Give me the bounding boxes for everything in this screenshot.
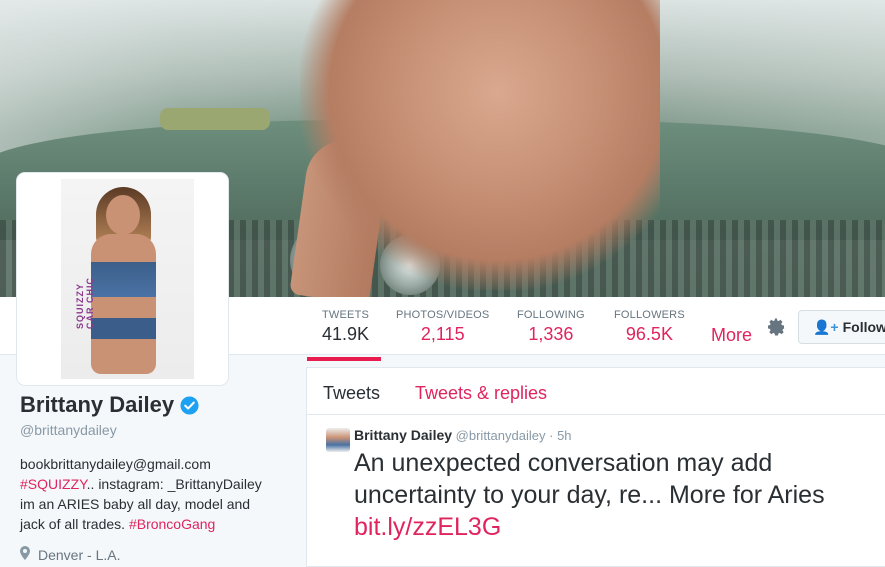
follow-label: Follow [842,319,885,335]
more-link[interactable]: More [711,325,752,346]
stat-following[interactable]: FOLLOWING 1,336 [517,309,585,345]
avatar-brand-text: SQUIZZY CAR CHIC [75,277,95,329]
stat-label: FOLLOWERS [614,309,685,321]
location-text: Denver - L.A. [38,546,121,563]
profile-handle[interactable]: @brittanydailey [20,422,285,438]
bio-email: bookbrittanydailey@gmail.com [20,456,211,472]
tweet-separator: · [549,428,554,443]
follow-button[interactable]: 👤+ Follow [798,310,885,344]
tweet[interactable]: Brittany Dailey @brittanydailey · 5h An … [307,415,885,543]
stat-label: TWEETS [322,309,370,321]
stat-photos-videos[interactable]: PHOTOS/VIDEOS 2,115 [396,309,489,345]
stat-tweets[interactable]: TWEETS 41.9K [306,309,382,361]
timeline: Tweets Tweets & replies Brittany Dailey … [306,367,885,567]
stat-value: 41.9K [322,324,370,344]
avatar[interactable]: SQUIZZY CAR CHIC [61,179,194,379]
tweet-handle[interactable]: @brittanydailey [456,428,546,443]
stat-value: 1,336 [528,324,574,344]
tab-tweets-replies[interactable]: Tweets & replies [415,383,547,404]
stat-value: 96.5K [625,324,673,344]
tweet-body: An unexpected conversation may add uncer… [354,449,825,509]
stat-value: 2,115 [420,324,465,344]
tweet-link[interactable]: bit.ly/zzEL3G [354,513,501,541]
profile-location: Denver - L.A. [20,546,285,563]
hashtag-link[interactable]: #SQUIZZY [20,476,87,492]
stat-followers[interactable]: FOLLOWERS 96.5K [614,309,685,345]
tweet-author[interactable]: Brittany Dailey [354,427,452,443]
timeline-tabs: Tweets Tweets & replies [307,368,885,415]
tweet-avatar[interactable] [326,428,350,452]
tweet-time[interactable]: 5h [557,428,571,443]
stat-label: PHOTOS/VIDEOS [396,309,490,321]
tweet-header: Brittany Dailey @brittanydailey · 5h [354,427,885,443]
profile-avatar-card: SQUIZZY CAR CHIC [17,173,228,385]
add-user-icon: 👤+ [813,319,839,335]
profile-bio: bookbrittanydailey@gmail.com #SQUIZZY.. … [20,454,275,534]
profile-info: Brittany Dailey @brittanydailey bookbrit… [20,392,285,563]
location-pin-icon [20,546,30,563]
verified-badge-icon [180,395,199,415]
gear-icon[interactable] [766,317,786,337]
profile-name[interactable]: Brittany Dailey [20,392,174,418]
tab-tweets[interactable]: Tweets [323,383,380,404]
stat-label: FOLLOWING [517,309,585,321]
hashtag-link[interactable]: #BroncoGang [129,516,215,532]
tweet-text: An unexpected conversation may add uncer… [354,447,885,543]
